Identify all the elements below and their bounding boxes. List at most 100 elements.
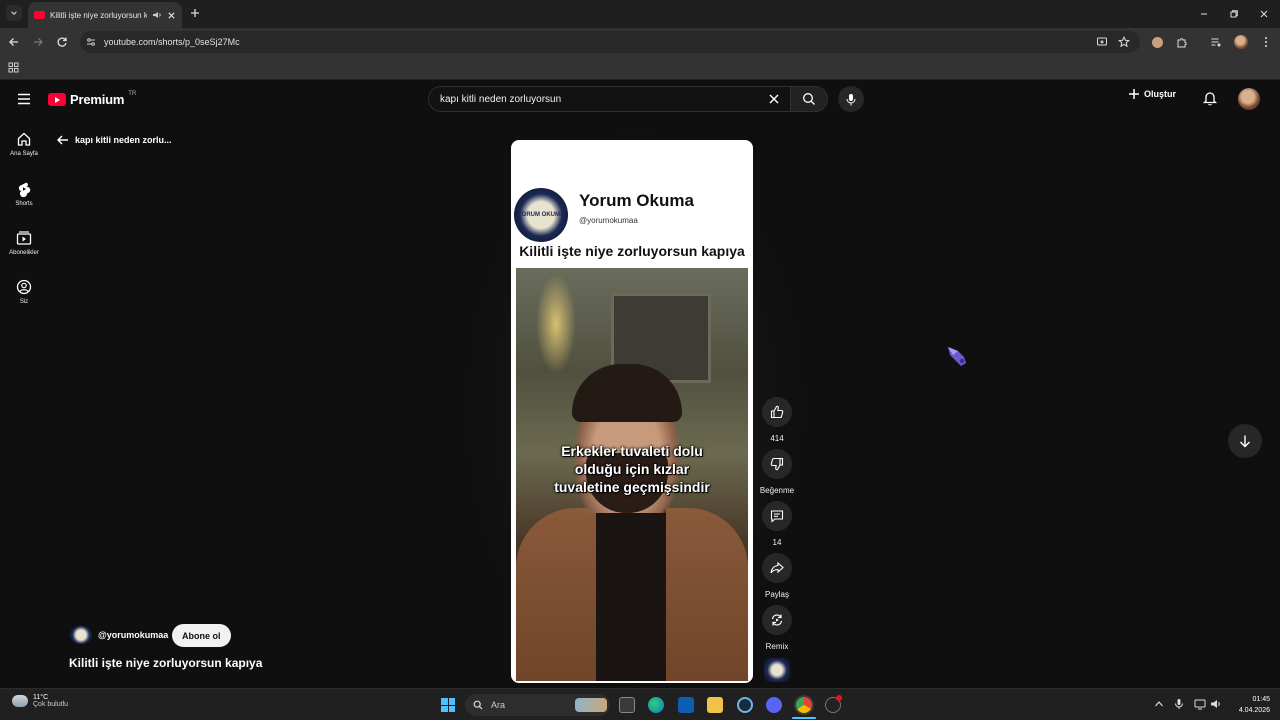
share-button[interactable]: Paylaş [761, 553, 793, 599]
new-tab-icon[interactable] [189, 7, 201, 19]
close-tab-icon[interactable] [167, 11, 176, 20]
file-explorer-icon[interactable] [707, 697, 723, 713]
you-icon [16, 279, 32, 295]
bookmark-star-icon[interactable] [1118, 36, 1130, 48]
mouse-cursor-icon [948, 347, 966, 366]
back-query-text: kapı kitli neden zorlu... [75, 135, 172, 145]
url-text: youtube.com/shorts/p_0seSj27Mc [104, 37, 240, 47]
create-label: Oluştur [1144, 89, 1177, 99]
bookmarks-bar [0, 56, 1280, 80]
voice-search-button[interactable] [838, 86, 864, 112]
restore-icon[interactable] [1228, 8, 1240, 20]
caption-line: olduğu için kızlar [574, 461, 690, 477]
more-menu-icon[interactable] [1262, 36, 1270, 48]
channel-avatar[interactable] [70, 626, 92, 644]
dislike-button[interactable]: Beğenme [760, 449, 794, 495]
notification-dot [836, 695, 842, 701]
logo-text: Premium [70, 92, 125, 107]
search-query-text: kapı kitli neden zorluyorsun [440, 93, 562, 105]
address-bar[interactable]: youtube.com/shorts/p_0seSj27Mc [80, 31, 1140, 53]
share-circle [762, 553, 792, 583]
windows-taskbar: 11°C Çok bulutlu Ara 01:45 4.04.2026 [0, 688, 1280, 720]
cloud-icon [12, 695, 28, 707]
windows-start-icon[interactable] [441, 698, 455, 712]
subscriptions-icon [16, 231, 32, 245]
video-title: Kilitli işte niye zorluyorsun kapıya [69, 656, 263, 670]
reload-icon[interactable] [56, 36, 68, 48]
weather-widget[interactable]: 11°C Çok bulutlu [12, 694, 68, 708]
thumbs-down-icon [770, 457, 784, 471]
home-icon [17, 132, 31, 146]
media-controls-icon[interactable] [1210, 36, 1222, 48]
edge-icon[interactable] [648, 697, 664, 713]
sidebar-item-subscriptions[interactable]: Abonelikler [0, 230, 48, 256]
apps-grid-icon[interactable] [8, 62, 19, 73]
remix-button[interactable]: Remix [761, 605, 793, 651]
arrow-down-icon [1240, 435, 1250, 448]
youtube-header: Premium TR kapı kitli neden zorluyorsun … [0, 80, 1280, 118]
search-icon [473, 700, 483, 710]
store-icon[interactable] [678, 697, 694, 713]
sidebar-item-label: Ana Sayfa [10, 151, 38, 157]
remix-label: Remix [765, 642, 789, 651]
create-button[interactable]: Oluştur [1128, 88, 1176, 100]
short-video-player[interactable]: YORUM OKUMA Yorum Okuma @yorumokumaa Kil… [511, 140, 753, 683]
account-avatar[interactable] [1238, 88, 1260, 110]
network-tool-icon[interactable] [737, 697, 753, 713]
shorts-icon [18, 182, 31, 197]
video-channel-handle: @yorumokumaa [579, 216, 638, 225]
display-icon[interactable] [1194, 698, 1206, 710]
thumbs-up-icon [770, 405, 784, 419]
plus-icon [1129, 89, 1139, 99]
chevron-up-icon[interactable] [1154, 700, 1164, 708]
temperature: 11°C [33, 694, 49, 701]
caption-line: Erkekler tuvaleti dolu [561, 443, 703, 459]
sidebar-item-home[interactable]: Ana Sayfa [0, 131, 48, 157]
sidebar-item-label: Siz [19, 299, 29, 305]
browser-toolbar: youtube.com/shorts/p_0seSj27Mc [0, 28, 1280, 56]
next-short-button[interactable] [1228, 424, 1262, 458]
sidebar-item-shorts[interactable]: Shorts [0, 181, 48, 207]
chevron-down-icon [11, 11, 17, 15]
install-app-icon[interactable] [1096, 36, 1108, 48]
youtube-premium-logo[interactable]: Premium TR [48, 91, 136, 107]
tab-search-button[interactable] [6, 5, 22, 21]
profile-avatar[interactable] [1234, 35, 1248, 49]
comments-circle [762, 501, 792, 531]
youtube-favicon-icon [34, 11, 45, 19]
back-arrow-icon[interactable] [8, 36, 20, 48]
forward-arrow-icon[interactable] [32, 36, 44, 48]
subscribe-button[interactable]: Abone ol [172, 624, 231, 647]
speaker-icon[interactable] [152, 10, 162, 20]
chrome-icon[interactable] [796, 697, 812, 713]
comments-button[interactable]: 14 [761, 501, 793, 547]
browser-tab[interactable]: Kilitli işte niye zorluyorsun k [28, 2, 182, 28]
sound-thumbnail[interactable] [764, 658, 790, 682]
notifications-bell-icon[interactable] [1202, 90, 1218, 106]
video-frame: Erkekler tuvaleti dolu olduğu için kızla… [516, 268, 748, 681]
microphone-icon[interactable] [1174, 698, 1184, 710]
channel-handle-link[interactable]: @yorumokumaa [98, 630, 168, 640]
video-channel-name: Yorum Okuma [579, 191, 694, 210]
discord-icon[interactable] [766, 697, 782, 713]
system-clock[interactable]: 01:45 4.04.2026 [1228, 694, 1270, 716]
close-window-icon[interactable] [1258, 8, 1270, 20]
hamburger-menu-icon[interactable] [17, 93, 31, 105]
search-icon [803, 93, 815, 105]
clock-date: 4.04.2026 [1238, 707, 1270, 714]
task-view-icon[interactable] [619, 697, 635, 713]
minimize-icon[interactable] [1198, 8, 1210, 20]
extension-icon[interactable] [1152, 37, 1163, 48]
search-input[interactable]: kapı kitli neden zorluyorsun [428, 86, 790, 112]
search-button[interactable] [790, 86, 828, 112]
sidebar-item-you[interactable]: Siz [0, 279, 48, 305]
microphone-icon [846, 93, 856, 105]
back-to-search-button[interactable]: kapı kitli neden zorlu... [56, 134, 172, 146]
search-highlight-image [575, 698, 607, 712]
like-button[interactable]: 414 [761, 397, 793, 443]
extensions-puzzle-icon[interactable] [1176, 36, 1188, 48]
site-info-icon[interactable] [86, 37, 96, 47]
volume-icon[interactable] [1210, 698, 1222, 710]
taskbar-search[interactable]: Ara [465, 694, 610, 716]
clear-search-icon[interactable] [768, 93, 780, 105]
